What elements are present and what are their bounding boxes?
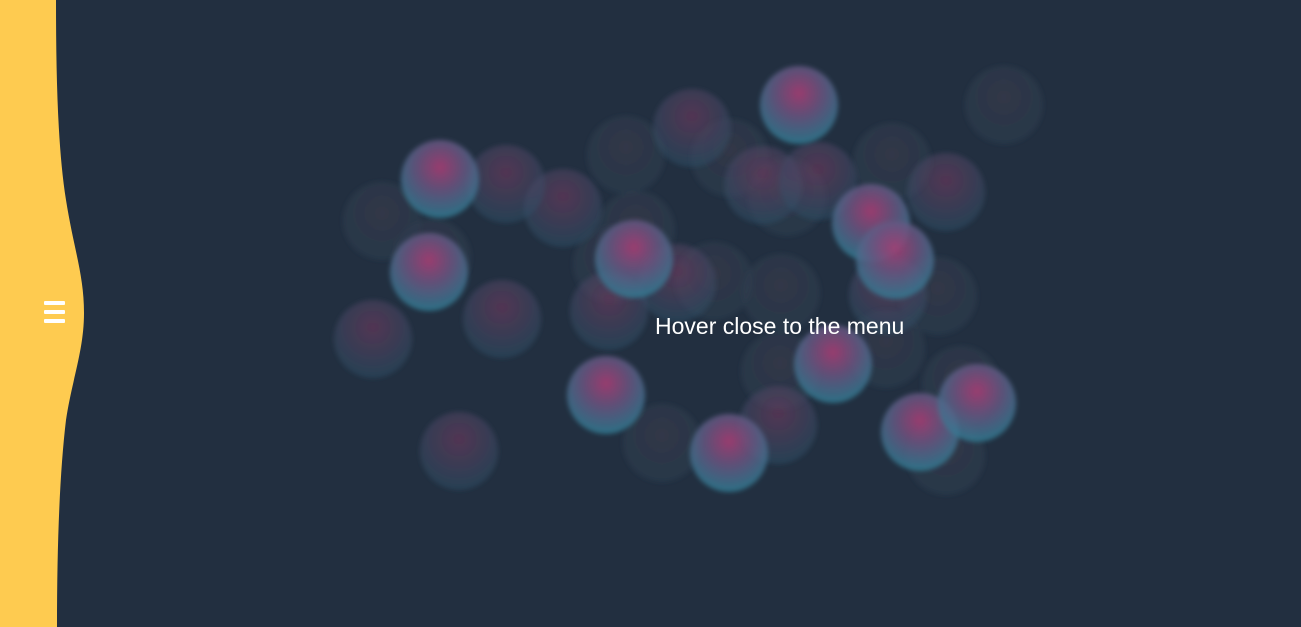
page-stage: Hover close to the menu [0,0,1301,627]
bubble [760,66,838,144]
bokeh-bubbles-layer [334,66,1043,495]
bubble [401,140,479,218]
hamburger-menu-button[interactable] [40,298,68,326]
bubble [938,364,1016,442]
bubble [567,356,645,434]
bubble [467,145,545,223]
bubble [856,221,934,299]
hover-hint-text: Hover close to the menu [655,313,905,339]
hamburger-menu-icon [43,301,65,323]
bubble [463,280,541,358]
bubble [653,89,731,167]
bubble [907,153,985,231]
bubble [595,220,673,298]
bubble [690,414,768,492]
bubble [965,66,1043,144]
bubble [334,300,412,378]
bubble [420,412,498,490]
bubble [390,233,468,311]
